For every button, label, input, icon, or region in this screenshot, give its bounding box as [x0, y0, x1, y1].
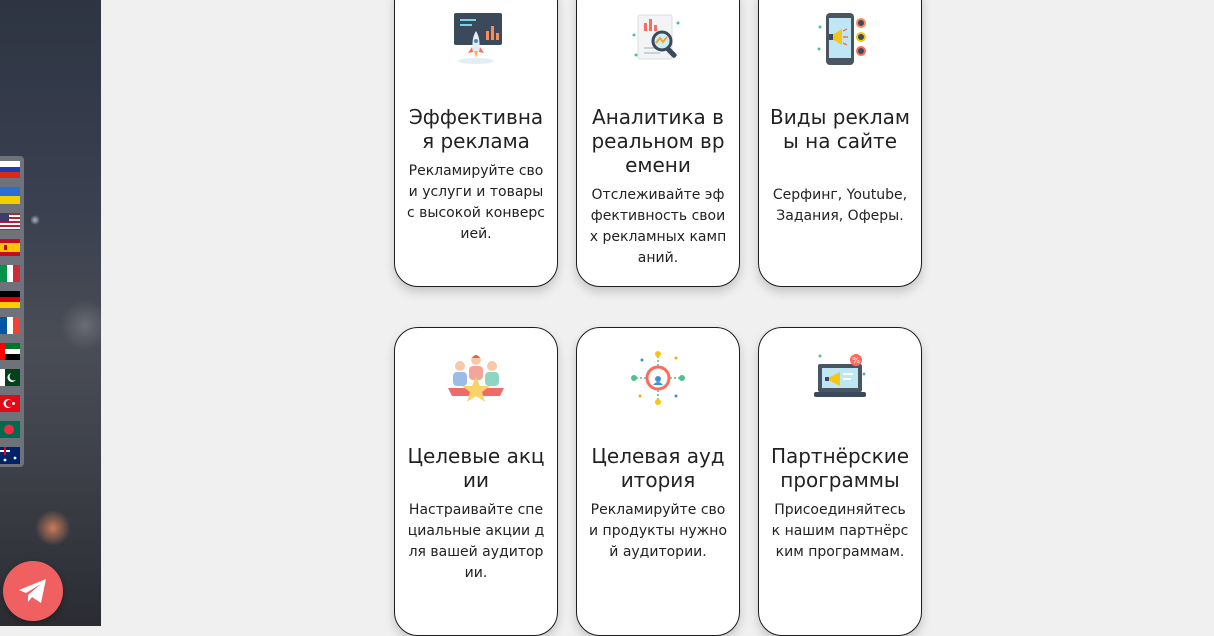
rocket-presentation-icon — [454, 13, 502, 64]
flag-russian[interactable] — [0, 161, 20, 178]
flag-pakistan[interactable] — [0, 369, 20, 386]
card-description: Рекламируйте свои услуги и товары с высо… — [407, 163, 545, 242]
flag-italian[interactable] — [0, 265, 20, 282]
card-description: Рекламируйте свои продукты нужной аудито… — [589, 502, 728, 560]
language-switcher — [0, 156, 24, 467]
card-title: Целевая аудитория — [591, 444, 725, 492]
people-star-icon — [448, 355, 504, 402]
card-title: Партнёрские программы — [770, 444, 910, 492]
card-title: Аналитика в реальном времени — [591, 105, 725, 177]
target-audience-icon — [631, 351, 685, 405]
feature-card: Эффективная реклама Рекламируйте свои ус… — [394, 0, 558, 287]
phone-megaphone-icon — [817, 13, 866, 65]
card-description: Присоединяйтесь к нашим партнёрским прог… — [771, 502, 909, 560]
feature-card: % Партнёрские программы Присоединяйтесь … — [758, 327, 922, 636]
card-title: Целевые акции — [407, 444, 545, 492]
card-title: Эффективная реклама — [408, 105, 544, 153]
flag-bangladesh[interactable] — [0, 421, 20, 438]
flag-german[interactable] — [0, 291, 20, 308]
feature-card: Целевая аудитория Рекламируйте свои прод… — [576, 327, 740, 636]
bokeh-light — [30, 215, 40, 225]
laptop-megaphone-icon: % — [814, 354, 866, 397]
feature-card: Аналитика в реальном времени Отслеживайт… — [576, 0, 740, 287]
feature-card: Виды рекламы на сайте Серфинг, Youtube, … — [758, 0, 922, 287]
paper-plane-icon — [19, 579, 46, 603]
feature-card: Целевые акции Настраивайте специальные а… — [394, 327, 558, 636]
flag-uae[interactable] — [0, 343, 20, 360]
card-title: Виды рекламы на сайте — [770, 105, 910, 153]
telegram-button[interactable] — [3, 561, 63, 621]
svg-text:%: % — [852, 356, 860, 365]
flag-french[interactable] — [0, 317, 20, 334]
flag-ukrainian[interactable] — [0, 187, 20, 204]
flag-usa[interactable] — [0, 213, 20, 230]
side-background-panel — [0, 0, 101, 626]
bokeh-light — [60, 300, 101, 350]
flag-turkish[interactable] — [0, 395, 20, 412]
card-description: Отслеживайте эффективность своих рекламн… — [589, 187, 727, 266]
flag-australian[interactable] — [0, 447, 20, 464]
bokeh-light — [35, 510, 71, 546]
magnifier-report-icon — [632, 14, 680, 60]
flag-spanish[interactable] — [0, 239, 20, 256]
card-description: Настраивайте специальные акции для вашей… — [407, 502, 545, 581]
card-description: Серфинг, Youtube, Задания, Оферы. — [772, 187, 908, 224]
